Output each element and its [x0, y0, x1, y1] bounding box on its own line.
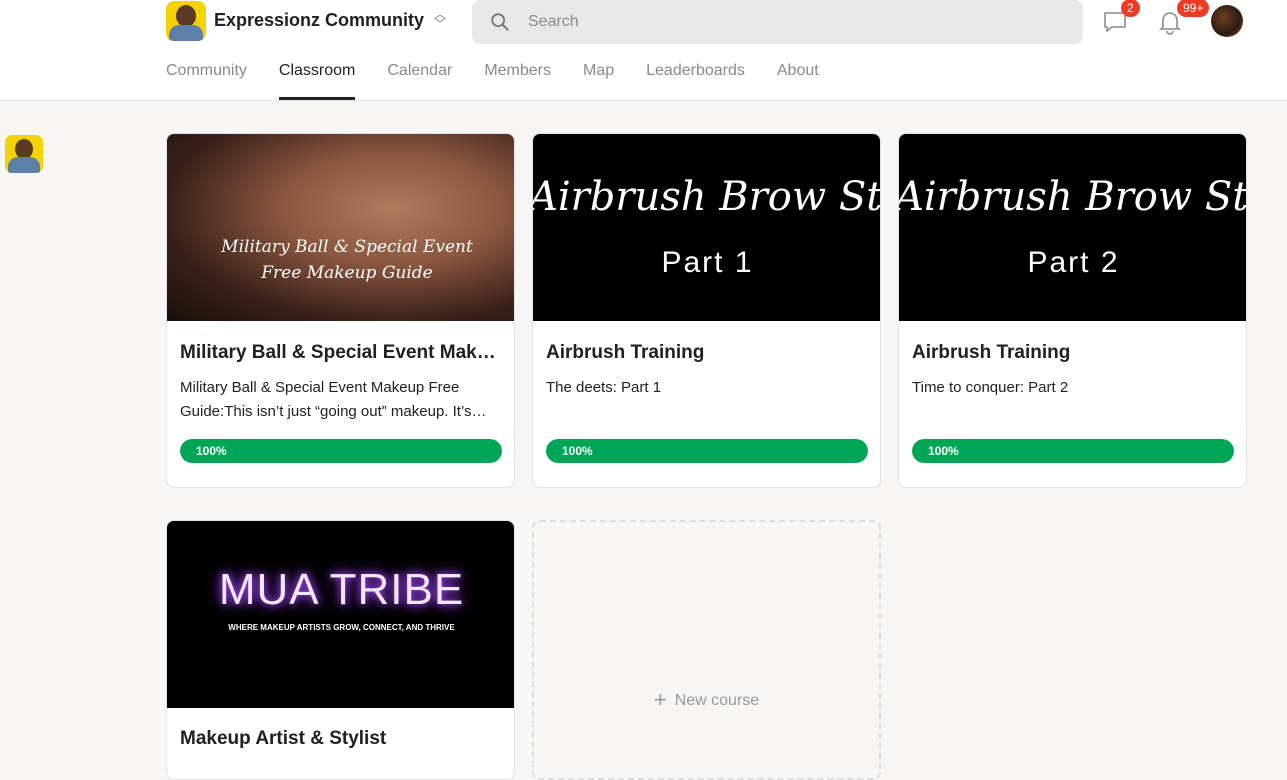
tab-about[interactable]: About [777, 62, 819, 100]
sidebar-community-avatar[interactable] [5, 135, 43, 173]
community-logo[interactable] [166, 1, 206, 41]
course-title: Makeup Artist & Stylist [180, 728, 387, 749]
course-description: Military Ball & Special Event Makeup Fre… [180, 379, 487, 420]
search-bar[interactable] [472, 0, 1083, 44]
cover-script-text: Airbrush Brow Stain [899, 174, 1246, 220]
new-course-label: New course [674, 692, 760, 709]
tab-calendar[interactable]: Calendar [387, 62, 452, 100]
course-title: Military Ball & Special Event Makeup Fre… [180, 342, 502, 363]
community-name[interactable]: Expressionz Community [214, 10, 424, 31]
cover-part-text: Part 2 [1027, 246, 1120, 279]
chat-badge: 2 [1121, 0, 1140, 17]
tab-community[interactable]: Community [166, 62, 247, 100]
search-input[interactable] [528, 0, 1028, 44]
user-avatar[interactable] [1211, 5, 1243, 37]
nav-tabs: Community Classroom Calendar Members Map… [166, 62, 851, 100]
plus-icon: + [653, 687, 667, 712]
course-card[interactable]: MUA TRIBE WHERE MAKEUP ARTISTS GROW, CON… [166, 520, 515, 780]
tab-classroom[interactable]: Classroom [278, 62, 356, 100]
course-card[interactable]: Airbrush Brow Stain Part 1 Airbrush Trai… [532, 133, 881, 488]
course-cover-image: Military Ball & Special Event Free Makeu… [167, 134, 514, 321]
community-switcher-chevron-icon[interactable]: ︿ ﹀ [430, 8, 450, 30]
course-cover-image: MUA TRIBE WHERE MAKEUP ARTISTS GROW, CON… [167, 521, 514, 708]
progress-fill: 100% [180, 439, 502, 463]
cover-part-text: Part 1 [661, 246, 754, 279]
progress-bar: 100% [912, 439, 1234, 463]
course-description: Time to conquer: Part 2 [912, 379, 1069, 396]
new-course-button[interactable]: + New course [532, 520, 881, 780]
cover-text: Military Ball & Special Event Free Makeu… [221, 237, 473, 283]
tab-leaderboards[interactable]: Leaderboards [646, 62, 745, 100]
course-title: Airbrush Training [912, 342, 1071, 363]
progress-bar: 100% [546, 439, 868, 463]
course-cover-image: Airbrush Brow Stain Part 1 [533, 134, 880, 321]
progress-fill: 100% [912, 439, 1234, 463]
cover-subtitle: WHERE MAKEUP ARTISTS GROW, CONNECT, AND … [228, 623, 455, 632]
progress-bar: 100% [180, 439, 502, 463]
cover-script-text: Airbrush Brow Stain [533, 174, 880, 220]
tab-map[interactable]: Map [583, 62, 614, 100]
notification-badge: 99+ [1177, 0, 1210, 17]
course-cover-image: Airbrush Brow Stain Part 2 [899, 134, 1246, 321]
search-icon [491, 13, 509, 31]
course-card[interactable]: Airbrush Brow Stain Part 2 Airbrush Trai… [898, 133, 1247, 488]
course-title: Airbrush Training [546, 342, 705, 363]
cover-title: MUA TRIBE [218, 565, 465, 614]
course-description: The deets: Part 1 [546, 379, 662, 396]
progress-fill: 100% [546, 439, 868, 463]
tab-members[interactable]: Members [484, 62, 551, 100]
top-header: Expressionz Community ︿﹀ 2 99+ Community… [0, 0, 1287, 101]
course-card[interactable]: Military Ball & Special Event Free Makeu… [166, 133, 515, 488]
